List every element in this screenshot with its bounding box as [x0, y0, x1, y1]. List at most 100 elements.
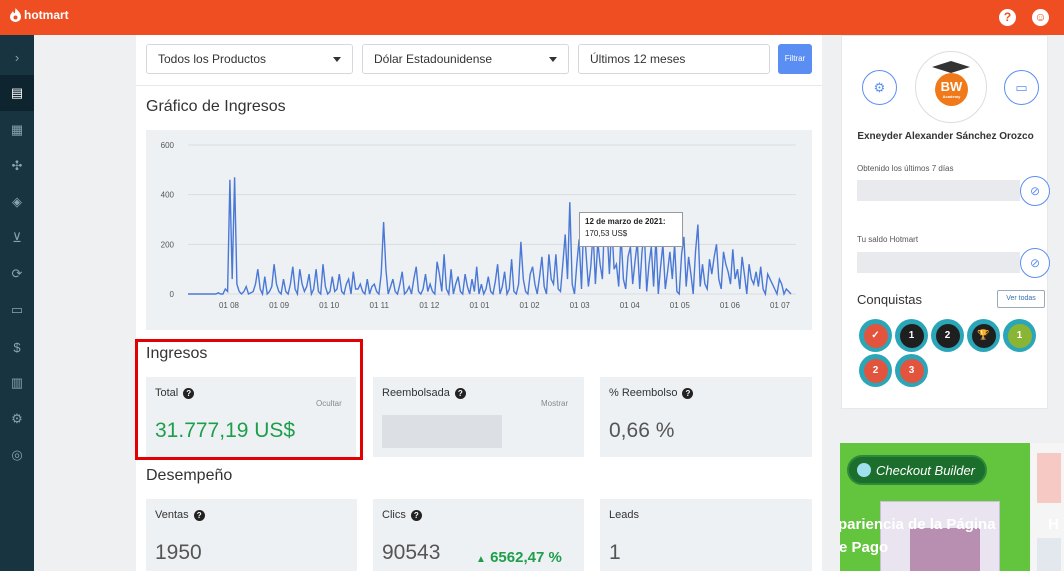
x-tick-label: 01 06 — [720, 301, 741, 310]
x-tick-label: 01 11 — [370, 301, 390, 310]
products-grid-icon[interactable]: ▦ — [0, 112, 34, 148]
x-tick-label: 01 05 — [670, 301, 691, 310]
x-tick-label: 01 03 — [570, 301, 591, 310]
hotmart-logo[interactable]: hotmart — [10, 8, 69, 22]
settings-icon[interactable]: ⚙ — [0, 401, 34, 437]
help-icon[interactable]: ? — [410, 509, 422, 521]
badge-label: 2 — [935, 323, 960, 348]
help-icon[interactable]: ? — [454, 387, 466, 399]
filter-button[interactable]: Filtrar — [778, 44, 812, 74]
view-all-button[interactable]: Ver todas — [997, 290, 1045, 308]
subscriptions-icon[interactable]: ⟳ — [0, 256, 34, 292]
checkout-builder-banner[interactable]: Checkout Builder pariencia de la Página … — [840, 443, 1030, 571]
sidebar: › ▤ ▦ ✣ ◈ ⊻ ⟳ ▭ $ ▥ ⚙ ◎ — [0, 35, 34, 571]
achievement-badge-icon[interactable]: 1 — [895, 319, 928, 352]
product-select-value: Todos los Productos — [158, 52, 267, 66]
achievements-title: Conquistas — [857, 292, 923, 307]
product-select[interactable]: Todos los Productos — [146, 44, 353, 74]
avatar[interactable]: BW Academy — [915, 51, 987, 123]
y-tick-label: 200 — [161, 240, 175, 249]
tooltip-value: 170,53 US$ — [585, 229, 628, 238]
sales-label: Ventas — [155, 509, 189, 521]
last7-label: Obtenido los últimos 7 días — [857, 164, 954, 173]
revenue-line-chart: 0 200 400 600 01 08 01 09 01 10 01 11 01 12 01 01… — [161, 141, 796, 310]
profile-panel: ⚙ BW Academy ▭ Exneyder Alexander Sánche… — [841, 35, 1050, 409]
help-icon[interactable]: ? — [193, 509, 205, 521]
top-bar: hotmart ? ☺ — [0, 0, 1064, 35]
currency-select-value: Dólar Estadounidense — [374, 52, 493, 66]
refund-pct-label: % Reembolso — [609, 387, 678, 399]
x-tick-label: 01 02 — [520, 301, 541, 310]
help-icon[interactable]: ? — [682, 387, 694, 399]
affiliates-icon[interactable]: ✣ — [0, 148, 34, 184]
badge-label: 1 — [1007, 323, 1032, 348]
checkout-builder-tag: Checkout Builder — [847, 455, 987, 485]
profile-name: Exneyder Alexander Sánchez Orozco — [857, 131, 1034, 142]
x-tick-label: 01 12 — [419, 301, 440, 310]
finance-icon[interactable]: $ — [0, 329, 34, 365]
x-tick-label: 01 09 — [269, 301, 290, 310]
achievement-badge-icon[interactable]: 2 — [931, 319, 964, 352]
avatar-logo: BW Academy — [935, 73, 968, 106]
profile-menu-icon[interactable]: ☺ — [1032, 9, 1049, 26]
x-tick-label: 01 04 — [620, 301, 641, 310]
chat-icon[interactable]: ▭ — [1004, 70, 1039, 105]
revenue-chart: 0 200 400 600 01 08 01 09 01 10 01 11 01 12 01 01… — [146, 130, 812, 330]
achievement-badge-icon[interactable]: ✓ — [859, 319, 892, 352]
x-tick-label: 01 10 — [319, 301, 340, 310]
clicks-change-value: 6562,47 % — [490, 549, 562, 566]
period-select-value: Últimos 12 meses — [590, 52, 686, 66]
messages-icon[interactable]: ▭ — [0, 292, 34, 328]
second-banner[interactable]: H — [1031, 443, 1064, 571]
second-banner-text: H — [1048, 516, 1059, 533]
mockup-inner — [910, 528, 980, 571]
balance-hidden-value — [857, 252, 1020, 273]
eye-slash-icon[interactable]: ⊘ — [1020, 248, 1050, 278]
last7-hidden-value — [857, 180, 1020, 201]
second-banner-image-lower — [1037, 538, 1061, 571]
achievement-badge-icon[interactable]: 3 — [895, 354, 928, 387]
analytics-icon[interactable]: ◎ — [0, 437, 34, 473]
ad-headline-1: pariencia de la Página — [840, 516, 996, 533]
leads-label-wrap: Leads — [609, 509, 639, 521]
expand-sidebar-icon[interactable]: › — [0, 39, 34, 75]
tooltip-date: 12 de marzo de 2021: — [585, 217, 666, 226]
cart-icon[interactable]: ⊻ — [0, 220, 34, 256]
refund-hidden-value — [382, 415, 502, 448]
box-icon[interactable]: ◈ — [0, 184, 34, 220]
user-settings-icon[interactable]: ⚙ — [862, 70, 897, 105]
x-tick-label: 01 08 — [219, 301, 240, 310]
main-content: Todos los Productos Dólar Estadounidense… — [136, 35, 822, 571]
achievement-badge-icon[interactable]: 1 — [1003, 319, 1036, 352]
refund-pct-value: 0,66 % — [609, 419, 675, 442]
clicks-label: Clics — [382, 509, 406, 521]
currency-select[interactable]: Dólar Estadounidense — [362, 44, 569, 74]
checkout-builder-text: Checkout Builder — [876, 462, 975, 478]
avatar-text: BW — [940, 79, 963, 94]
refund-label: Reembolsada — [382, 387, 450, 399]
builder-icon — [857, 463, 871, 477]
divider — [136, 85, 822, 86]
sales-label-wrap: Ventas ? — [155, 509, 205, 521]
badge-label: 1 — [899, 323, 924, 348]
refund-percent-card: % Reembolso ? 0,66 % — [600, 377, 812, 457]
leads-card: Leads 1 — [600, 499, 812, 571]
clicks-card: Clics ? 90543 ▲ 6562,47 % — [373, 499, 584, 571]
refunded-card: Reembolsada ? Mostrar — [373, 377, 584, 457]
eye-slash-icon[interactable]: ⊘ — [1020, 176, 1050, 206]
second-banner-image — [1037, 453, 1061, 503]
badge-label: 🏆 — [971, 323, 996, 348]
clicks-change: ▲ 6562,47 % — [476, 549, 562, 566]
reports-icon[interactable]: ▥ — [0, 365, 34, 401]
period-select[interactable]: Últimos 12 meses — [578, 44, 770, 74]
help-icon[interactable]: ? — [999, 9, 1016, 26]
badge-label: 2 — [863, 358, 888, 383]
x-tick-label: 01 07 — [770, 301, 791, 310]
show-refund-link[interactable]: Mostrar — [541, 399, 568, 408]
balance-label: Tu saldo Hotmart — [857, 235, 919, 244]
flame-icon — [10, 8, 21, 22]
y-tick-label: 0 — [170, 290, 175, 299]
dashboard-icon[interactable]: ▤ — [0, 75, 34, 111]
achievement-badge-icon[interactable]: 2 — [859, 354, 892, 387]
achievement-badge-icon[interactable]: 🏆 — [967, 319, 1000, 352]
